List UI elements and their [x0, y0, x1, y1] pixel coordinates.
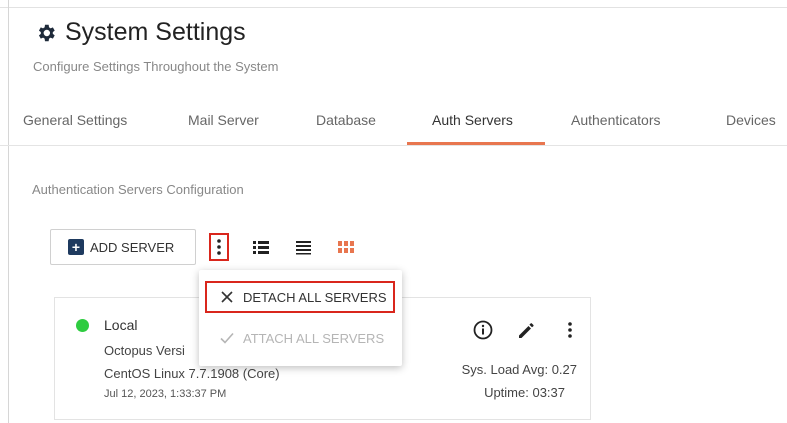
- actions-dropdown-menu: DETACH ALL SERVERS ATTACH ALL SERVERS: [199, 270, 402, 366]
- kebab-icon: [217, 239, 221, 255]
- server-name: Local: [104, 317, 138, 333]
- tab-general-settings[interactable]: General Settings: [23, 112, 127, 128]
- plus-icon: +: [68, 239, 84, 255]
- server-uptime: Uptime: 03:37: [484, 385, 565, 400]
- window-left-border: [8, 0, 9, 423]
- tab-database[interactable]: Database: [316, 112, 376, 128]
- window-top-border: [0, 7, 787, 8]
- server-os: CentOS Linux 7.7.1908 (Core): [104, 366, 280, 381]
- grid-view-icon[interactable]: [338, 239, 354, 255]
- section-title: Authentication Servers Configuration: [32, 182, 244, 197]
- server-date: Jul 12, 2023, 1:33:37 PM: [104, 388, 227, 400]
- tab-authenticators[interactable]: Authenticators: [571, 112, 661, 128]
- gear-icon: [38, 24, 55, 41]
- add-server-button[interactable]: + ADD SERVER: [50, 229, 196, 265]
- tab-mail-server[interactable]: Mail Server: [188, 112, 259, 128]
- active-tab-indicator: [407, 142, 545, 145]
- more-actions-button[interactable]: [209, 233, 229, 261]
- add-server-label: ADD SERVER: [90, 239, 175, 255]
- page-header: System Settings: [35, 18, 246, 47]
- detach-all-servers-label: DETACH ALL SERVERS: [243, 289, 387, 305]
- tab-auth-servers[interactable]: Auth Servers: [432, 112, 513, 128]
- page-subtitle: Configure Settings Throughout the System: [33, 59, 279, 74]
- status-online-indicator: [76, 319, 89, 332]
- list-detail-view-icon[interactable]: [253, 239, 269, 255]
- list-compact-view-icon[interactable]: [296, 239, 312, 255]
- settings-tabs: General Settings Mail Server Database Au…: [0, 100, 787, 146]
- detach-all-servers-item[interactable]: DETACH ALL SERVERS: [205, 281, 395, 313]
- card-kebab-icon[interactable]: [568, 322, 572, 338]
- page-title: System Settings: [65, 18, 246, 46]
- close-icon: [220, 291, 234, 303]
- server-version: Octopus Versi: [104, 343, 185, 358]
- tab-devices[interactable]: Devices: [726, 112, 776, 128]
- check-icon: [220, 332, 234, 344]
- edit-pencil-icon[interactable]: [518, 322, 535, 339]
- server-load-avg: Sys. Load Avg: 0.27: [461, 362, 577, 377]
- attach-all-servers-label: ATTACH ALL SERVERS: [243, 330, 385, 346]
- info-icon[interactable]: [473, 320, 493, 340]
- attach-all-servers-item: ATTACH ALL SERVERS: [205, 322, 395, 354]
